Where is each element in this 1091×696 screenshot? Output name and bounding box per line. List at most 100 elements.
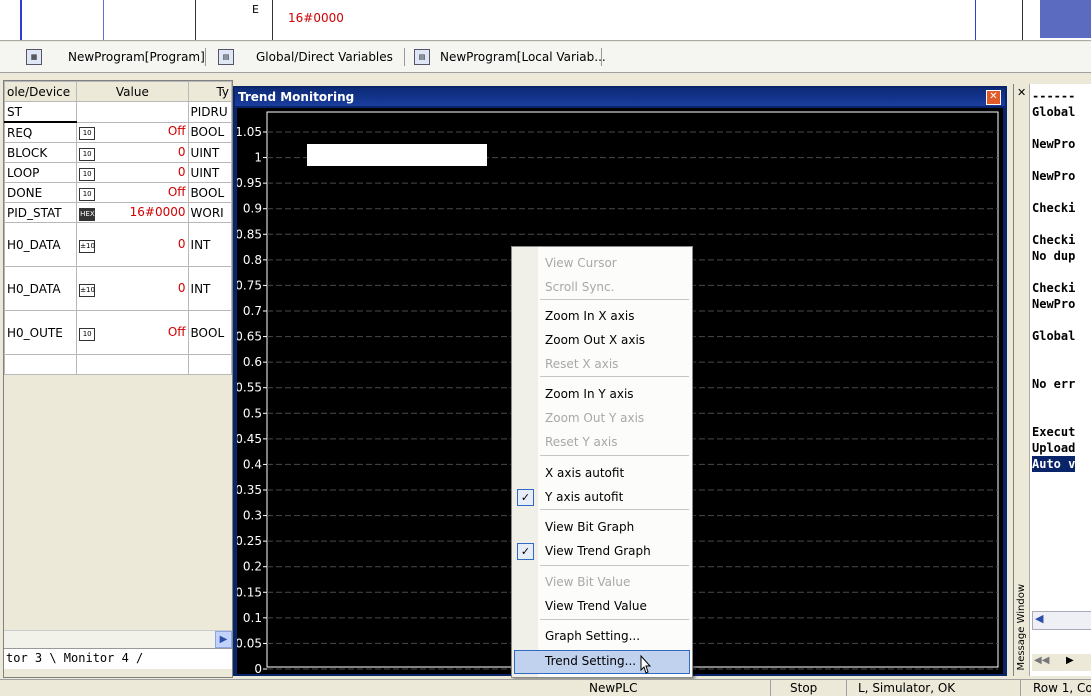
tab-label: NewProgram[Local Variab...	[440, 50, 606, 64]
table-row[interactable]: ST PIDRU	[4, 101, 232, 123]
y-tick-label: 0.15	[237, 585, 262, 599]
menu-item-view-trend-value[interactable]: View Trend Value	[545, 596, 647, 616]
y-tick-label: 0.25	[237, 534, 262, 548]
close-icon[interactable]: ✕	[1017, 86, 1026, 99]
rung-line-left	[20, 0, 22, 40]
menu-separator	[540, 299, 689, 300]
hex-format-icon[interactable]: HEX	[79, 207, 96, 221]
value-cell: HEX 16#0000	[76, 202, 189, 223]
rung-line	[1022, 0, 1023, 40]
menu-item-scroll-sync: Scroll Sync.	[545, 280, 615, 294]
tab-local-variables[interactable]: ▤ NewProgram[Local Variab...	[414, 47, 606, 67]
status-connection: L, Simulator, OK	[858, 681, 956, 695]
window-title: Trend Monitoring	[235, 88, 1005, 106]
value-text: 0	[177, 236, 186, 251]
table-row[interactable]: H0_DATA ±10 0 INT	[4, 266, 232, 311]
table-row[interactable]	[4, 354, 232, 375]
value-text: 0	[177, 280, 186, 295]
nav-next-icon[interactable]: ▶	[1066, 655, 1074, 666]
device-cell	[4, 354, 78, 375]
menu-separator	[540, 455, 689, 456]
table-row[interactable]: BLOCK 10 0 UINT	[4, 142, 232, 163]
device-cell: LOOP	[4, 162, 78, 183]
menu-item-reset-x-axis: Reset X axis	[545, 357, 619, 371]
value-text: 0	[177, 144, 186, 159]
y-tick-label: 0.8	[243, 253, 262, 267]
menu-item-view-bit-graph[interactable]: View Bit Graph	[545, 517, 634, 537]
y-tick-label: 1.05	[237, 125, 262, 139]
value-cell: 10 0	[76, 162, 189, 183]
decimal-format-icon[interactable]: 10	[79, 127, 96, 141]
value-text: Off	[167, 324, 186, 339]
message-line: Checki	[1032, 281, 1076, 295]
menu-separator	[540, 376, 689, 377]
menu-separator	[540, 509, 689, 510]
table-row[interactable]: H0_DATA ±10 0 INT	[4, 222, 232, 267]
decimal-format-icon[interactable]: 10	[79, 147, 96, 161]
type-cell: PIDRU	[187, 101, 232, 123]
status-bar: NewPLC Stop L, Simulator, OK Row 1, Co	[0, 679, 1091, 696]
close-icon[interactable]: ✕	[986, 90, 1001, 105]
status-divider	[1020, 680, 1021, 696]
device-cell: BLOCK	[4, 142, 78, 163]
table-row[interactable]: H0_OUTE 10 Off BOOL	[4, 310, 232, 355]
menu-item-view-bit-value: View Bit Value	[545, 575, 631, 589]
device-cell: ST	[4, 101, 78, 123]
signed-format-icon[interactable]: ±10	[79, 239, 96, 253]
message-scrollbar[interactable]: ◀	[1032, 611, 1091, 630]
device-cell: PID_STAT	[4, 202, 78, 223]
menu-item-y-axis-autofit[interactable]: Y axis autofit	[545, 487, 623, 507]
signed-format-icon[interactable]: ±10	[79, 283, 96, 297]
horizontal-scrollbar[interactable]: ▶	[4, 630, 232, 648]
status-divider	[770, 680, 771, 696]
scroll-right-icon[interactable]: ▶	[215, 631, 232, 648]
menu-item-zoom-in-y-axis[interactable]: Zoom In Y axis	[545, 384, 634, 404]
menu-item-view-trend-graph[interactable]: View Trend Graph	[545, 541, 651, 561]
nav-first-icon[interactable]: ◀◀	[1034, 655, 1049, 666]
decimal-format-icon[interactable]: 10	[79, 327, 96, 341]
tab-program[interactable]: ▦ NewProgram[Program]	[26, 47, 205, 67]
document-tab-bar: ▦ NewProgram[Program] ▤ Global/Direct Va…	[0, 42, 1091, 73]
y-tick-label: 0	[254, 662, 262, 674]
y-tick-label: 0.7	[243, 304, 262, 318]
monitor-panel: ole/Device Value Ty ST PIDRU REQ 10 Off B…	[3, 80, 233, 678]
message-line: NewPro	[1032, 169, 1076, 183]
column-header-device[interactable]: ole/Device	[4, 81, 78, 102]
device-cell: H0_OUTE	[4, 310, 78, 355]
tab-label: Global/Direct Variables	[256, 50, 393, 64]
menu-item-trend-setting[interactable]: Trend Setting...	[545, 651, 636, 671]
decimal-format-icon[interactable]: 10	[79, 187, 96, 201]
value-text: 16#0000	[129, 204, 186, 219]
type-cell: INT	[187, 266, 232, 311]
menu-item-x-axis-autofit[interactable]: X axis autofit	[545, 463, 624, 483]
scroll-left-icon[interactable]: ◀	[1035, 612, 1043, 625]
table-row[interactable]: LOOP 10 0 UINT	[4, 162, 232, 183]
tab-divider	[601, 48, 602, 66]
decimal-format-icon[interactable]: 10	[79, 167, 96, 181]
message-line	[1032, 344, 1075, 360]
menu-item-zoom-in-x-axis[interactable]: Zoom In X axis	[545, 306, 634, 326]
table-row[interactable]: REQ 10 Off BOOL	[4, 121, 232, 143]
message-line: No dup	[1032, 249, 1076, 263]
type-cell: BOOL	[187, 310, 232, 355]
table-row[interactable]: DONE 10 Off BOOL	[4, 182, 232, 203]
device-cell: REQ	[4, 121, 78, 143]
value-cell	[76, 101, 189, 123]
table-row[interactable]: PID_STAT HEX 16#0000 WORI	[4, 202, 232, 223]
type-cell: BOOL	[187, 121, 232, 143]
device-cell: H0_DATA	[4, 222, 78, 267]
tab-global-variables[interactable]: ▤ Global/Direct Variables	[218, 47, 393, 67]
column-header-value[interactable]: Value	[76, 81, 189, 102]
message-line: Auto v	[1032, 456, 1076, 472]
menu-item-graph-setting[interactable]: Graph Setting...	[545, 626, 640, 646]
monitor-sheet-tabs[interactable]: tor 3 \ Monitor 4 /	[4, 648, 232, 669]
column-header-type[interactable]: Ty	[187, 81, 232, 102]
variables-icon: ▤	[218, 49, 234, 65]
value-cell: ±10 0	[76, 266, 189, 311]
message-line: Execut	[1032, 425, 1076, 439]
message-log: ------ Global NewPro NewPro Checki Checki…	[1032, 88, 1076, 472]
menu-item-zoom-out-x-axis[interactable]: Zoom Out X axis	[545, 330, 645, 350]
checkmark-icon: ✓	[517, 489, 534, 506]
trend-legend-box[interactable]	[307, 144, 487, 166]
value-cell: ±10 0	[76, 222, 189, 267]
